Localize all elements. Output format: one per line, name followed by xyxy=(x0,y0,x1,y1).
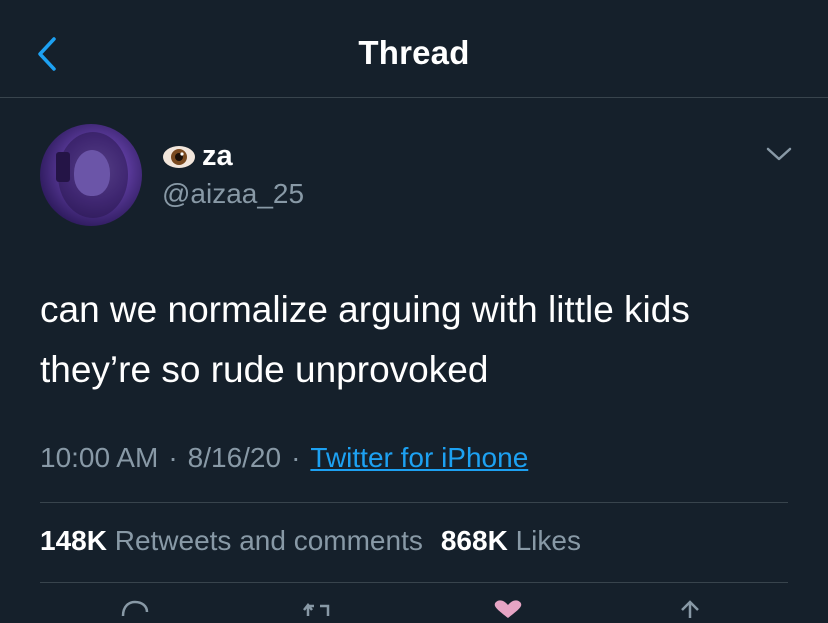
divider xyxy=(40,582,788,583)
author-handle[interactable]: @aizaa_25 xyxy=(162,178,304,210)
tweet-actions xyxy=(0,598,828,618)
tweet-text: can we normalize arguing with little kid… xyxy=(40,280,800,400)
thread-header: Thread xyxy=(0,0,828,98)
eye-icon xyxy=(163,145,195,168)
more-options-button[interactable] xyxy=(764,144,794,164)
reply-icon xyxy=(121,600,149,617)
share-button[interactable] xyxy=(670,598,710,618)
retweets-stat[interactable]: 148K Retweets and comments xyxy=(40,525,423,556)
likes-count: 868K xyxy=(440,525,508,556)
reply-button[interactable] xyxy=(115,598,155,618)
page-title: Thread xyxy=(358,34,470,71)
likes-label: Likes xyxy=(515,525,581,556)
source-link[interactable]: Twitter for iPhone xyxy=(310,442,528,473)
tweet-date: 8/16/20 xyxy=(187,442,282,473)
divider xyxy=(40,502,788,503)
meta-separator: · xyxy=(291,442,301,473)
author-name[interactable]: za xyxy=(162,140,233,173)
tweet-stats: 148K Retweets and comments 868K Likes xyxy=(40,525,581,557)
like-button[interactable] xyxy=(488,598,528,618)
chevron-down-icon xyxy=(766,147,792,161)
share-icon xyxy=(681,600,699,618)
retweet-icon xyxy=(303,602,330,616)
tweet-text-line: they’re so rude unprovoked xyxy=(40,349,489,390)
tweet-metadata: 10:00 AM · 8/16/20 · Twitter for iPhone xyxy=(40,442,528,474)
tweet-time: 10:00 AM xyxy=(40,442,159,473)
likes-stat[interactable]: 868K Likes xyxy=(441,525,581,556)
retweets-label: Retweets and comments xyxy=(114,525,423,556)
author-name-text: za xyxy=(202,140,233,172)
meta-separator: · xyxy=(168,442,178,473)
avatar[interactable] xyxy=(40,124,142,226)
tweet-text-line: can we normalize arguing with little kid… xyxy=(40,289,690,330)
retweets-count: 148K xyxy=(40,525,107,556)
heart-icon xyxy=(494,600,522,618)
retweet-button[interactable] xyxy=(298,598,338,618)
